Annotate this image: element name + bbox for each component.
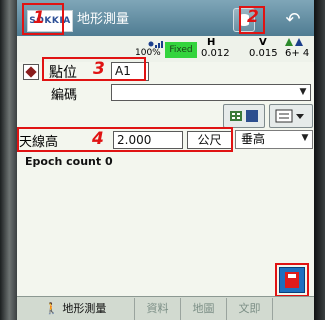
satellite-count: 6+ 4: [285, 48, 310, 59]
tab-map[interactable]: 地圖: [181, 298, 227, 320]
satellite-antenna-icon: [285, 38, 303, 46]
device-screen: SOKKIA 地形測量 ↶ 100% Fixed H 0.012 V 0.015…: [17, 0, 314, 320]
point-list-button[interactable]: [223, 104, 265, 128]
h-precision-label: H: [207, 37, 216, 48]
surveyor-icon: 🚶: [44, 302, 59, 315]
back-button[interactable]: ↶: [279, 10, 307, 30]
save-button[interactable]: [279, 267, 305, 293]
page-title: 地形測量: [77, 12, 130, 27]
annotation-box-4: [17, 127, 233, 152]
annotation-number-2: 2: [247, 7, 259, 27]
v-precision-value: 0.015: [249, 48, 278, 59]
save-icon-slot: [288, 274, 296, 278]
v-precision-label: V: [259, 37, 267, 48]
code-label: 編碼: [51, 88, 78, 103]
device-bezel-left: [0, 0, 17, 320]
list-dropdown-icon: [275, 109, 304, 123]
tab-data[interactable]: 資料: [135, 298, 181, 320]
chevron-down-icon[interactable]: ▼: [296, 85, 310, 100]
solution-status-badge: Fixed: [165, 42, 197, 58]
diamond-icon: [25, 66, 37, 78]
grid-list-icon: [230, 110, 258, 122]
point-marker-checkbox[interactable]: [23, 64, 39, 80]
annotation-number-3: 3: [93, 59, 105, 79]
tab-text[interactable]: 文即: [227, 298, 273, 320]
h-precision-value: 0.012: [201, 48, 230, 59]
chevron-down-icon[interactable]: ▼: [298, 131, 312, 148]
bottom-tab-bar: 🚶 地形測量 資料 地圖 文即: [17, 296, 314, 320]
annotation-number-4: 4: [92, 129, 104, 149]
tab-topo-survey[interactable]: 🚶 地形測量: [17, 298, 135, 320]
satellite-signal-icon: [148, 41, 163, 48]
code-select[interactable]: [111, 84, 311, 101]
annotation-number-1: 1: [33, 8, 45, 28]
epoch-count: Epoch count 0: [25, 155, 113, 168]
device-bezel-right: [314, 0, 325, 320]
list-menu-button[interactable]: [269, 104, 313, 128]
back-arrow-icon: ↶: [285, 9, 301, 30]
